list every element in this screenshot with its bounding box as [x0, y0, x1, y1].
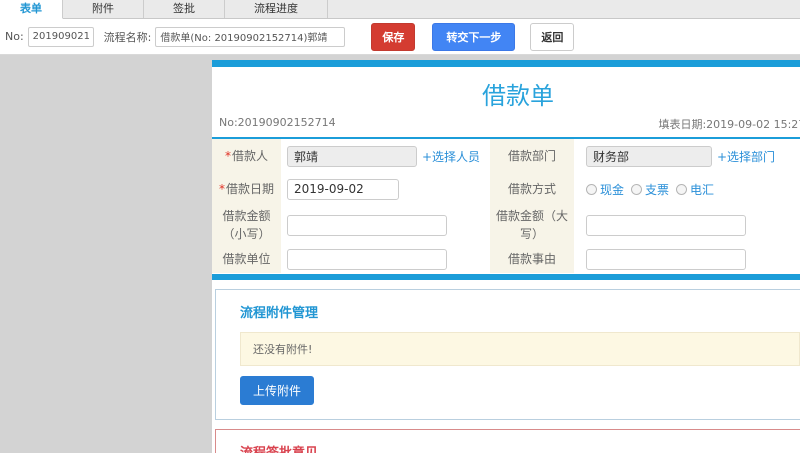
department-field: +选择部门	[574, 139, 800, 173]
loan-reason-input[interactable]	[586, 248, 746, 270]
loan-form-grid: *借款人 +选择人员 借款部门 +选择部门 *借款日期 借款方式 现金 支票	[212, 139, 800, 273]
radio-wire[interactable]: 电汇	[676, 181, 714, 198]
borrower-field: +选择人员	[281, 139, 490, 173]
borrower-label: *借款人	[212, 139, 281, 173]
loan-date-field	[281, 173, 490, 205]
form-title: 借款单	[482, 82, 554, 110]
forward-next-step-button[interactable]: 转交下一步	[432, 22, 516, 51]
attachments-heading: 流程附件管理	[240, 306, 319, 321]
flow-name-input[interactable]	[155, 26, 346, 47]
loan-method-field: 现金 支票 电汇	[574, 173, 800, 205]
loan-reason-field	[574, 245, 800, 273]
upload-attachment-button[interactable]: 上传附件	[240, 376, 315, 405]
loan-form-panel: 借款单 No:20190902152714 填表日期:2019-09-02 15…	[212, 60, 800, 453]
required-mark: *	[218, 182, 225, 196]
borrower-input[interactable]	[287, 145, 417, 167]
radio-circle-icon[interactable]	[586, 183, 597, 195]
amount-lowercase-input[interactable]	[287, 214, 447, 236]
tab-approval[interactable]: 签批	[144, 0, 225, 18]
loan-reason-label: 借款事由	[490, 245, 574, 273]
department-input[interactable]	[586, 145, 712, 167]
approval-comments-heading: 流程签批意见	[240, 442, 800, 453]
form-date-text: 填表日期:2019-09-02 15:27:1	[658, 118, 800, 131]
amount-lowercase-field	[281, 205, 490, 245]
tab-form[interactable]: 表单	[0, 0, 63, 19]
form-meta-row: No:20190902152714 填表日期:2019-09-02 15:27:…	[212, 114, 800, 139]
select-department-link[interactable]: +选择部门	[717, 148, 775, 165]
amount-uppercase-label: 借款金额（大写）	[490, 205, 574, 245]
required-mark: *	[224, 149, 231, 163]
save-button[interactable]: 保存	[371, 22, 416, 51]
tab-bar: 表单 附件 签批 流程进度	[0, 0, 800, 19]
amount-lowercase-label: 借款金额（小写）	[212, 205, 281, 245]
form-no-text: No:20190902152714	[219, 116, 336, 129]
radio-cash[interactable]: 现金	[586, 181, 624, 198]
tab-attachments[interactable]: 附件	[63, 0, 144, 18]
loan-date-input[interactable]	[287, 178, 399, 200]
attachments-section: 流程附件管理 还没有附件! 上传附件	[215, 289, 800, 420]
loan-unit-field	[281, 245, 490, 273]
radio-circle-icon[interactable]	[631, 183, 643, 195]
department-label: 借款部门	[490, 139, 574, 173]
loan-date-label: *借款日期	[212, 173, 281, 205]
loan-method-label: 借款方式	[490, 173, 574, 205]
amount-uppercase-input[interactable]	[586, 214, 746, 236]
approval-comments-section: 流程签批意见 B I abc ✗ ⚓ ⚓ ⚑ ≣ ≡ ⇤ ⇥	[215, 429, 800, 453]
back-button[interactable]: 返回	[530, 22, 575, 51]
tab-progress[interactable]: 流程进度	[225, 0, 328, 18]
no-input[interactable]	[27, 26, 94, 47]
content-area: 借款单 No:20190902152714 填表日期:2019-09-02 15…	[0, 55, 800, 453]
panel-top-bar	[212, 60, 800, 67]
no-attachments-alert: 还没有附件!	[240, 332, 800, 366]
toolbar: No: 流程名称: 保存 转交下一步 返回	[0, 19, 800, 55]
amount-uppercase-field	[574, 205, 800, 245]
no-label: No:	[5, 30, 24, 43]
flow-name-label: 流程名称:	[103, 30, 152, 44]
loan-unit-label: 借款单位	[212, 245, 281, 273]
radio-circle-icon[interactable]	[676, 183, 688, 195]
radio-check[interactable]: 支票	[631, 181, 669, 198]
loan-unit-input[interactable]	[287, 248, 447, 270]
section-divider	[212, 274, 800, 280]
select-person-link[interactable]: +选择人员	[422, 148, 480, 165]
